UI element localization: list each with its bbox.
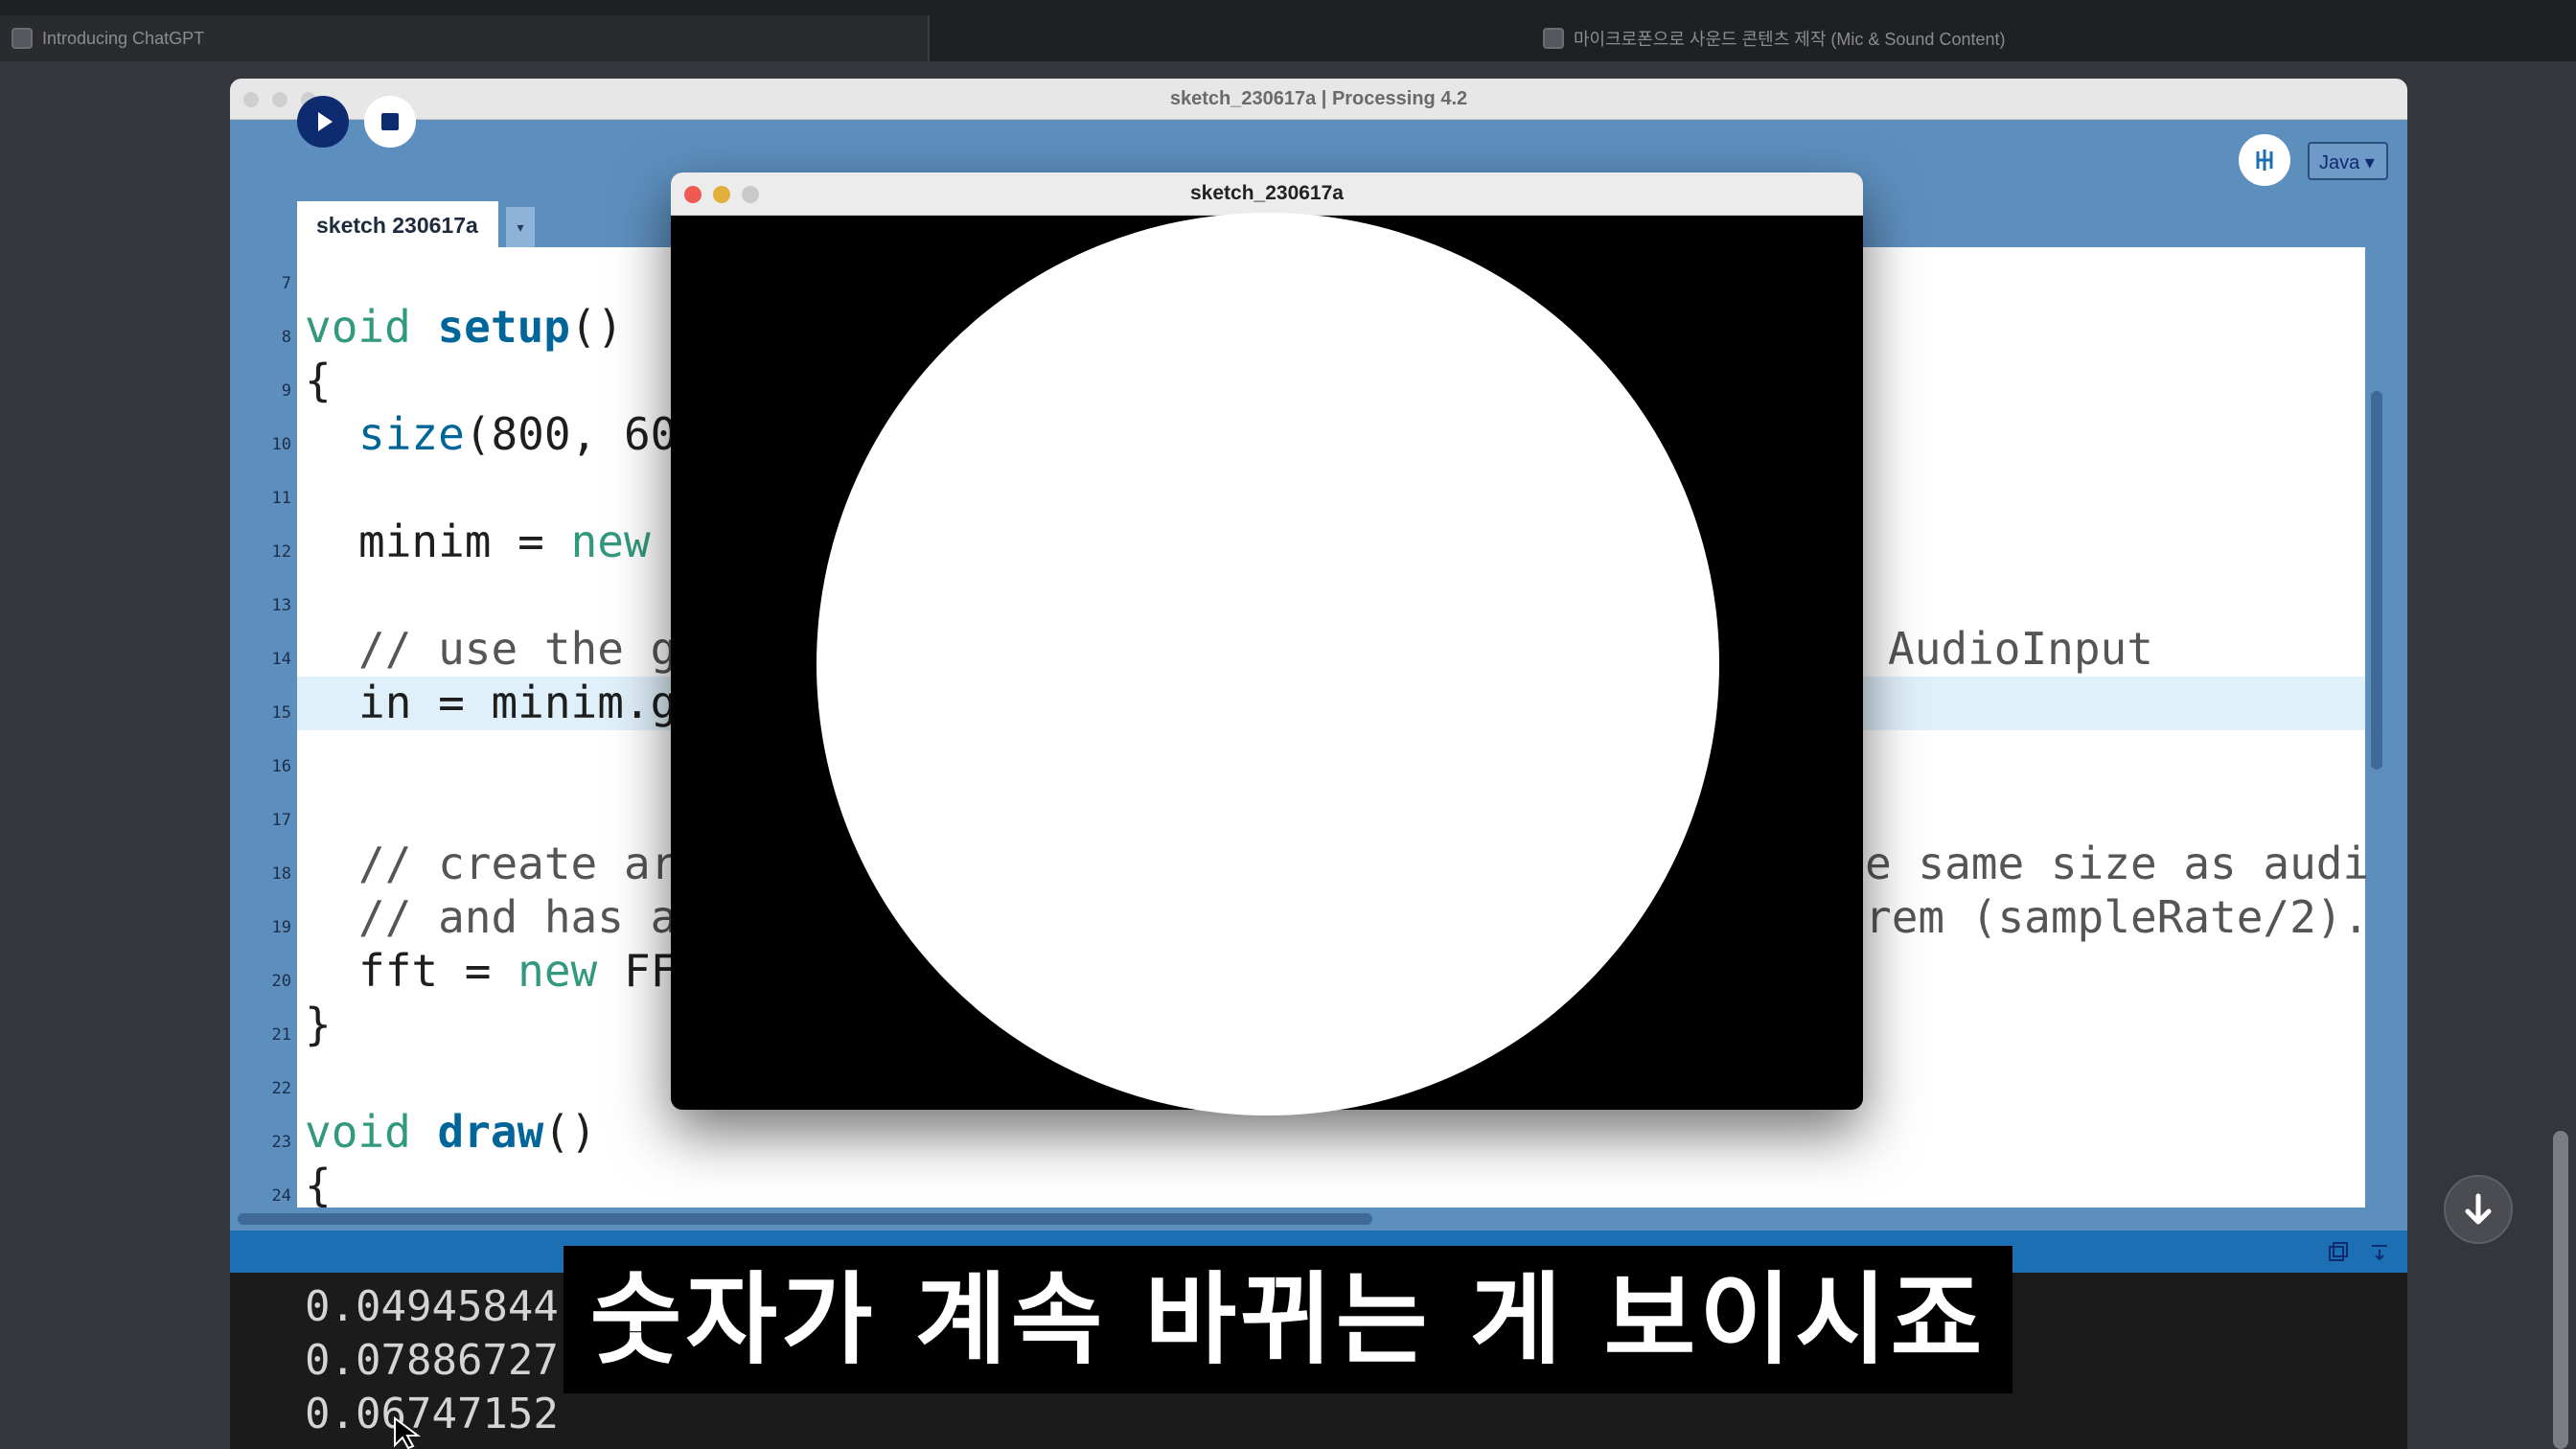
console-line: 0.04945844: [305, 1282, 559, 1331]
code-comment: AudioInput: [1888, 623, 2153, 675]
scroll-down-button[interactable]: [2444, 1175, 2513, 1244]
console-line: 0.07886727: [305, 1336, 559, 1385]
line-number: 12: [271, 542, 291, 562]
line-number: 23: [271, 1133, 291, 1152]
ide-window-title: sketch_230617a | Processing 4.2: [1169, 88, 1468, 109]
collapse-console-icon[interactable]: [2369, 1242, 2390, 1263]
line-number: 9: [281, 381, 291, 401]
mode-selector[interactable]: Java ▾: [2308, 142, 2388, 180]
sketch-circle: [816, 213, 1719, 1116]
ide-titlebar: sketch_230617a | Processing 4.2: [230, 79, 2407, 120]
code-text: minim =: [358, 516, 571, 567]
code-comment: rem (sampleRate/2).: [1865, 891, 2370, 943]
line-number: 7: [281, 274, 291, 293]
code-line: {: [305, 355, 332, 406]
line-number: 10: [271, 435, 291, 454]
butterfly-icon: [2256, 150, 2273, 171]
run-button[interactable]: [297, 96, 349, 148]
play-icon: [318, 112, 333, 131]
code-line: in = minim.g: [358, 677, 678, 728]
tab-menu-button[interactable]: ▾: [506, 207, 535, 249]
line-number: 14: [271, 650, 291, 669]
code-comment: // and has a: [358, 891, 678, 943]
line-number: 24: [271, 1186, 291, 1206]
code-text: (): [569, 301, 624, 353]
line-number: 18: [271, 864, 291, 884]
editor-horizontal-scrollbar[interactable]: [238, 1213, 1372, 1225]
line-number: 8: [281, 328, 291, 347]
mouse-cursor-icon: [394, 1416, 421, 1449]
line-number: 11: [271, 489, 291, 508]
code-comment: // create ar: [358, 838, 678, 889]
stop-icon: [381, 113, 399, 130]
keyword: void: [305, 1106, 411, 1158]
sketch-window-titlebar: sketch_230617a: [671, 172, 1863, 216]
video-site-icon: [1543, 28, 1564, 49]
code-comment: // use the g: [358, 623, 678, 675]
line-number: 22: [271, 1079, 291, 1098]
code-line: void setup(): [305, 301, 623, 353]
line-number: 13: [271, 596, 291, 615]
line-number: 16: [271, 757, 291, 776]
code-text: fft =: [358, 945, 518, 997]
code-line: minim = new: [358, 516, 651, 567]
line-number: 17: [271, 811, 291, 830]
keyword: new: [518, 945, 598, 997]
code-line: }: [305, 999, 332, 1050]
chatgpt-icon: [12, 28, 33, 49]
function-name: draw: [437, 1106, 544, 1158]
clear-console-icon[interactable]: [2327, 1242, 2348, 1263]
code-text: (): [543, 1106, 597, 1158]
tab-sketch[interactable]: sketch 230617a: [297, 201, 498, 249]
browser-tab-strip: Introducing ChatGPT 마이크로폰으로 사운드 콘텐츠 제작 (…: [0, 0, 2576, 61]
function-name: setup: [437, 301, 570, 353]
function-name: size: [358, 408, 465, 460]
code-text: FF: [597, 945, 678, 997]
sketch-window-title: sketch_230617a: [1190, 182, 1344, 204]
stop-button[interactable]: [364, 96, 416, 148]
keyword: void: [305, 301, 411, 353]
line-number: 21: [271, 1025, 291, 1045]
code-line: size(800, 60: [358, 408, 677, 460]
debugger-button[interactable]: [2239, 134, 2290, 186]
arrow-down-icon: [2465, 1193, 2492, 1225]
video-subtitle: 숫자가 계속 바뀌는 게 보이시죠: [564, 1246, 2012, 1393]
console-line: 0.06747152: [305, 1390, 559, 1438]
page-scrollbar[interactable]: [2553, 1131, 2568, 1449]
browser-tab-video[interactable]: 마이크로폰으로 사운드 콘텐츠 제작 (Mic & Sound Content): [1531, 15, 2006, 61]
keyword: new: [570, 516, 651, 567]
line-number: 19: [271, 918, 291, 937]
code-comment: e same size as audi: [1865, 838, 2370, 889]
code-line: fft = new FF: [358, 945, 677, 997]
browser-tab-label: Introducing ChatGPT: [42, 28, 205, 48]
editor-vertical-scrollbar[interactable]: [2371, 391, 2382, 770]
line-number: 15: [271, 703, 291, 723]
line-number: 20: [271, 972, 291, 991]
browser-tab-chatgpt[interactable]: Introducing ChatGPT: [0, 15, 930, 61]
code-line: void draw(): [305, 1106, 597, 1158]
code-line: {: [305, 1160, 332, 1211]
code-text: (800, 60: [464, 408, 678, 460]
browser-tab-label: 마이크로폰으로 사운드 콘텐츠 제작 (Mic & Sound Content): [1574, 30, 2006, 49]
